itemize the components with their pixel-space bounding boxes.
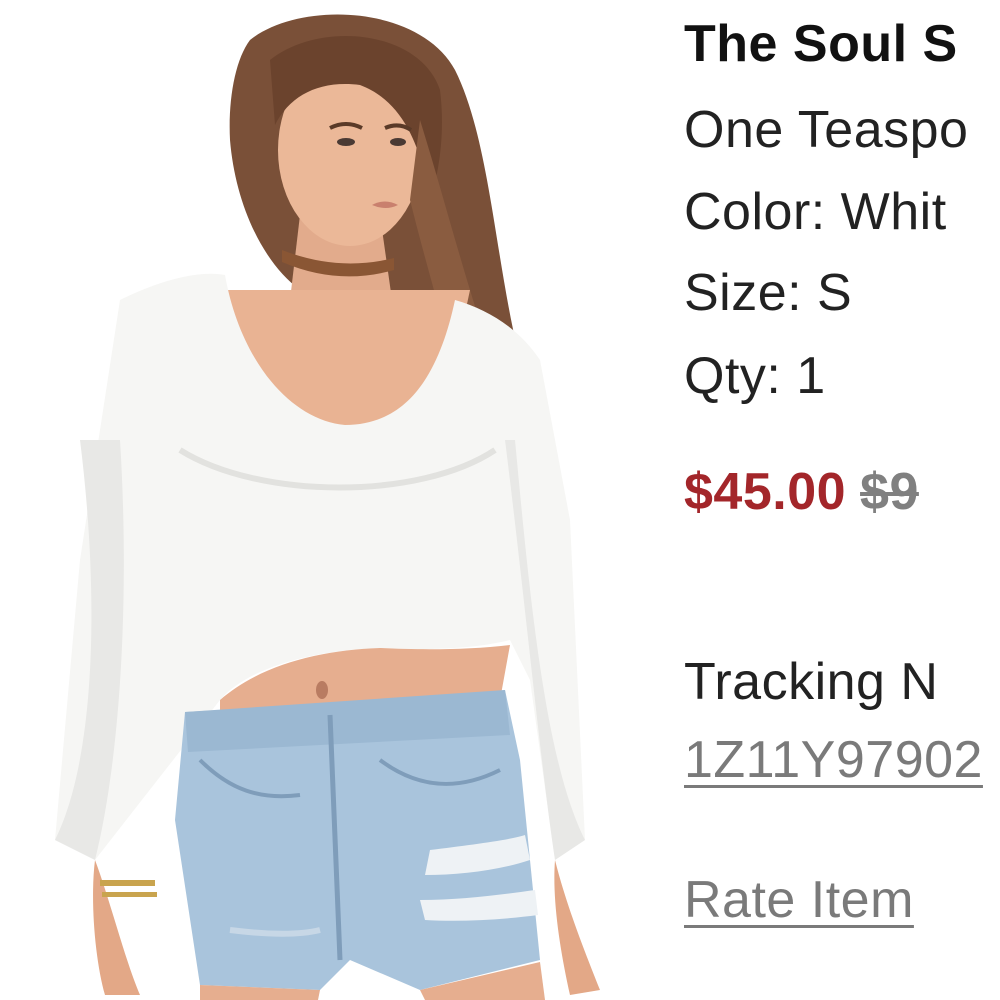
price-row: $45.00 $9 [684,462,919,522]
size-label: Size: S [684,264,853,322]
sale-price: $45.00 [684,463,847,521]
tracking-number-link[interactable]: 1Z11Y97902 [684,730,983,790]
tracking-number-label: Tracking N [684,653,939,711]
original-price: $9 [860,463,919,521]
order-item-screen: The Soul S One Teaspo Color: Whit Size: … [0,0,1000,1000]
product-image[interactable] [0,0,662,1000]
rate-item-link[interactable]: Rate Item [684,870,914,930]
brand-name: One Teaspo [684,101,969,159]
quantity-label: Qty: 1 [684,347,826,405]
item-details: The Soul S One Teaspo Color: Whit Size: … [684,0,1000,1000]
product-name[interactable]: The Soul S [684,14,958,74]
color-label: Color: Whit [684,183,947,241]
